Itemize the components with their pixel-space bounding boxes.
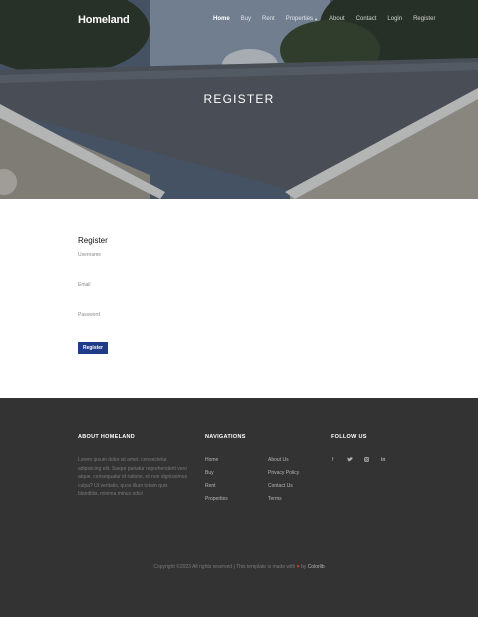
nav-item-home[interactable]: Home (213, 16, 230, 22)
password-label: Password (78, 312, 100, 318)
register-button[interactable]: Register (78, 342, 108, 354)
password-input[interactable] (78, 320, 368, 332)
nav-item-buy[interactable]: Buy (241, 16, 251, 22)
footer-link-privacy-policy[interactable]: Privacy Policy (268, 470, 299, 476)
colorlib-link[interactable]: Colorlib (308, 564, 325, 570)
chevron-down-icon: ▼ (314, 16, 319, 22)
follow-heading: FOLLOW US (331, 434, 367, 440)
register-form: Register Username Email Password Registe… (78, 236, 378, 354)
instagram-icon[interactable] (364, 457, 369, 464)
copyright-text: Copyright ©2023 All rights reserved | Th… (153, 564, 296, 570)
footer-link-buy[interactable]: Buy (205, 470, 214, 476)
username-input[interactable] (78, 260, 368, 272)
nav-item-register[interactable]: Register (413, 16, 435, 22)
linkedin-icon[interactable]: in (381, 457, 385, 463)
heart-icon: ♥ (296, 564, 300, 570)
page-title: REGISTER (203, 92, 275, 106)
nav-menu: Home Buy Rent Properties ▼ About Contact… (213, 16, 446, 22)
footer-link-contact-us[interactable]: Contact Us (268, 483, 293, 489)
nav-item-rent[interactable]: Rent (262, 16, 275, 22)
footer: ABOUT HOMELAND Lorem ipsum dolor sit ame… (0, 398, 478, 617)
footer-link-rent[interactable]: Rent (205, 483, 216, 489)
about-heading: ABOUT HOMELAND (78, 434, 136, 440)
copyright-by: by (301, 564, 307, 570)
nav-item-properties-label: Properties (285, 16, 314, 22)
nav-item-contact[interactable]: Contact (356, 16, 377, 22)
email-input[interactable] (78, 290, 368, 302)
email-label: Email (78, 282, 91, 288)
nav-item-login[interactable]: Login (387, 16, 402, 22)
footer-link-about-us[interactable]: About Us (268, 457, 289, 463)
footer-link-terms[interactable]: Terms (268, 496, 282, 502)
nav-item-about[interactable]: About (329, 16, 345, 22)
form-title: Register (78, 236, 108, 245)
username-label: Username (78, 252, 102, 258)
top-navigation: Homeland Home Buy Rent Properties ▼ Abou… (0, 0, 478, 40)
site-logo[interactable]: Homeland (78, 14, 130, 26)
about-text: Lorem ipsum dolor sit amet, consectetur … (78, 457, 187, 498)
footer-link-home[interactable]: Home (205, 457, 218, 463)
hero-banner: Homeland Home Buy Rent Properties ▼ Abou… (0, 0, 478, 199)
facebook-icon[interactable]: f (332, 457, 333, 463)
footer-link-properties[interactable]: Properties (205, 496, 228, 502)
copyright-notice: Copyright ©2023 All rights reserved | Th… (0, 564, 478, 570)
nav-item-properties[interactable]: Properties ▼ (286, 16, 318, 22)
twitter-icon[interactable] (347, 457, 353, 464)
navigations-heading: NAVIGATIONS (205, 434, 246, 440)
